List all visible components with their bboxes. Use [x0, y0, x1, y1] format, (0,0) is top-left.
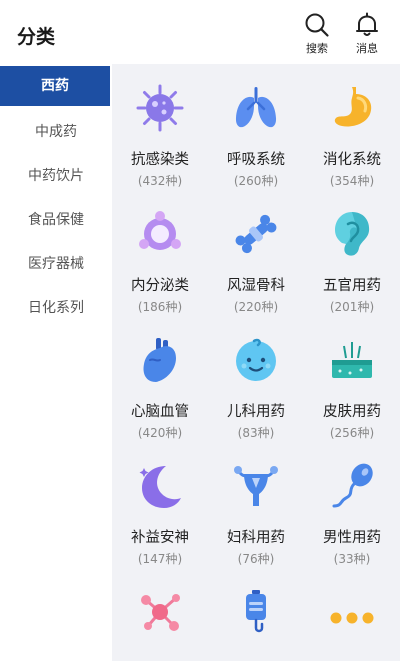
search-icon — [305, 13, 329, 37]
endocrine-icon — [139, 211, 181, 250]
category-respiratory[interactable]: 呼吸系统 (260种) — [208, 64, 304, 190]
skin-icon — [332, 342, 372, 378]
category-count: (201种) — [329, 300, 375, 314]
message-label: 消息 — [356, 42, 378, 55]
category-name: 儿科用药 — [227, 404, 285, 420]
category-rheumatism-orthopedics[interactable]: 风湿骨科 (220种) — [208, 190, 304, 316]
category-digestive[interactable]: 消化系统 (354种) — [304, 64, 400, 190]
category-grid: 抗感染类 (432种) 呼吸系统 (260种) 消化系统 (354种) 内分泌类 — [112, 64, 400, 661]
bone-joint-icon — [235, 214, 277, 254]
sidebar-item-chinese-patent-medicine[interactable]: 中成药 — [0, 110, 112, 154]
sidebar-item-health-food[interactable]: 食品保健 — [0, 198, 112, 242]
category-name: 呼吸系统 — [227, 152, 285, 168]
sidebar-item-medical-devices[interactable]: 医疗器械 — [0, 242, 112, 286]
category-count: (354种) — [329, 174, 375, 188]
header-bar: 分类 搜索 消息 — [0, 0, 400, 64]
bell-icon — [356, 12, 378, 36]
category-name: 妇科用药 — [227, 530, 285, 546]
category-tonic-sedative[interactable]: 补益安神 (147种) — [112, 442, 208, 568]
molecule-icon — [141, 594, 180, 631]
sidebar-item-herbal-pieces[interactable]: 中药饮片 — [0, 154, 112, 198]
category-name: 五官用药 — [323, 278, 381, 294]
category-count: (83种) — [237, 426, 275, 440]
category-item-14[interactable] — [208, 568, 304, 661]
category-dermatology[interactable]: 皮肤用药 (256种) — [304, 316, 400, 442]
category-pediatrics[interactable]: 儿科用药 (83种) — [208, 316, 304, 442]
iv-drip-icon — [246, 590, 266, 633]
category-sidebar: 西药 中成药 中药饮片 食品保健 医疗器械 日化系列 — [0, 64, 112, 661]
category-eent[interactable]: 五官用药 (201种) — [304, 190, 400, 316]
category-name: 心脑血管 — [131, 404, 189, 420]
category-name: 抗感染类 — [131, 152, 189, 168]
category-count: (33种) — [333, 552, 371, 566]
sidebar-item-western-medicine[interactable]: 西药 — [0, 66, 110, 106]
message-button[interactable]: 消息 — [347, 10, 387, 60]
more-dots-icon — [330, 612, 374, 624]
category-count: (186种) — [137, 300, 183, 314]
category-name: 消化系统 — [323, 152, 381, 168]
category-name: 补益安神 — [131, 530, 189, 546]
virus-icon — [136, 84, 184, 132]
category-andrology[interactable]: 男性用药 (33种) — [304, 442, 400, 568]
category-more[interactable] — [304, 568, 400, 661]
uterus-icon — [234, 466, 278, 506]
heart-icon — [143, 338, 176, 382]
category-count: (147种) — [137, 552, 183, 566]
category-name: 内分泌类 — [131, 278, 189, 294]
category-name: 男性用药 — [323, 530, 381, 546]
category-count: (256种) — [329, 426, 375, 440]
category-item-13[interactable] — [112, 568, 208, 661]
category-count: (432种) — [137, 174, 183, 188]
category-name: 皮肤用药 — [323, 404, 381, 420]
category-endocrine[interactable]: 内分泌类 (186种) — [112, 190, 208, 316]
baby-face-icon — [236, 338, 276, 381]
moon-icon — [139, 466, 181, 508]
lungs-icon — [235, 87, 277, 128]
category-gynecology[interactable]: 妇科用药 (76种) — [208, 442, 304, 568]
category-count: (220种) — [233, 300, 279, 314]
category-cardio-cerebrovascular[interactable]: 心脑血管 (420种) — [112, 316, 208, 442]
category-anti-infection[interactable]: 抗感染类 (432种) — [112, 64, 208, 190]
sidebar-item-daily-chemicals[interactable]: 日化系列 — [0, 286, 112, 330]
category-count: (260种) — [233, 174, 279, 188]
category-count: (76种) — [237, 552, 275, 566]
search-button[interactable]: 搜索 — [297, 10, 337, 60]
search-label: 搜索 — [306, 42, 328, 55]
sperm-icon — [332, 463, 373, 508]
ear-icon — [335, 212, 370, 256]
page-title: 分类 — [17, 26, 56, 48]
category-name: 风湿骨科 — [227, 278, 285, 294]
category-count: (420种) — [137, 426, 183, 440]
stomach-icon — [334, 87, 372, 127]
